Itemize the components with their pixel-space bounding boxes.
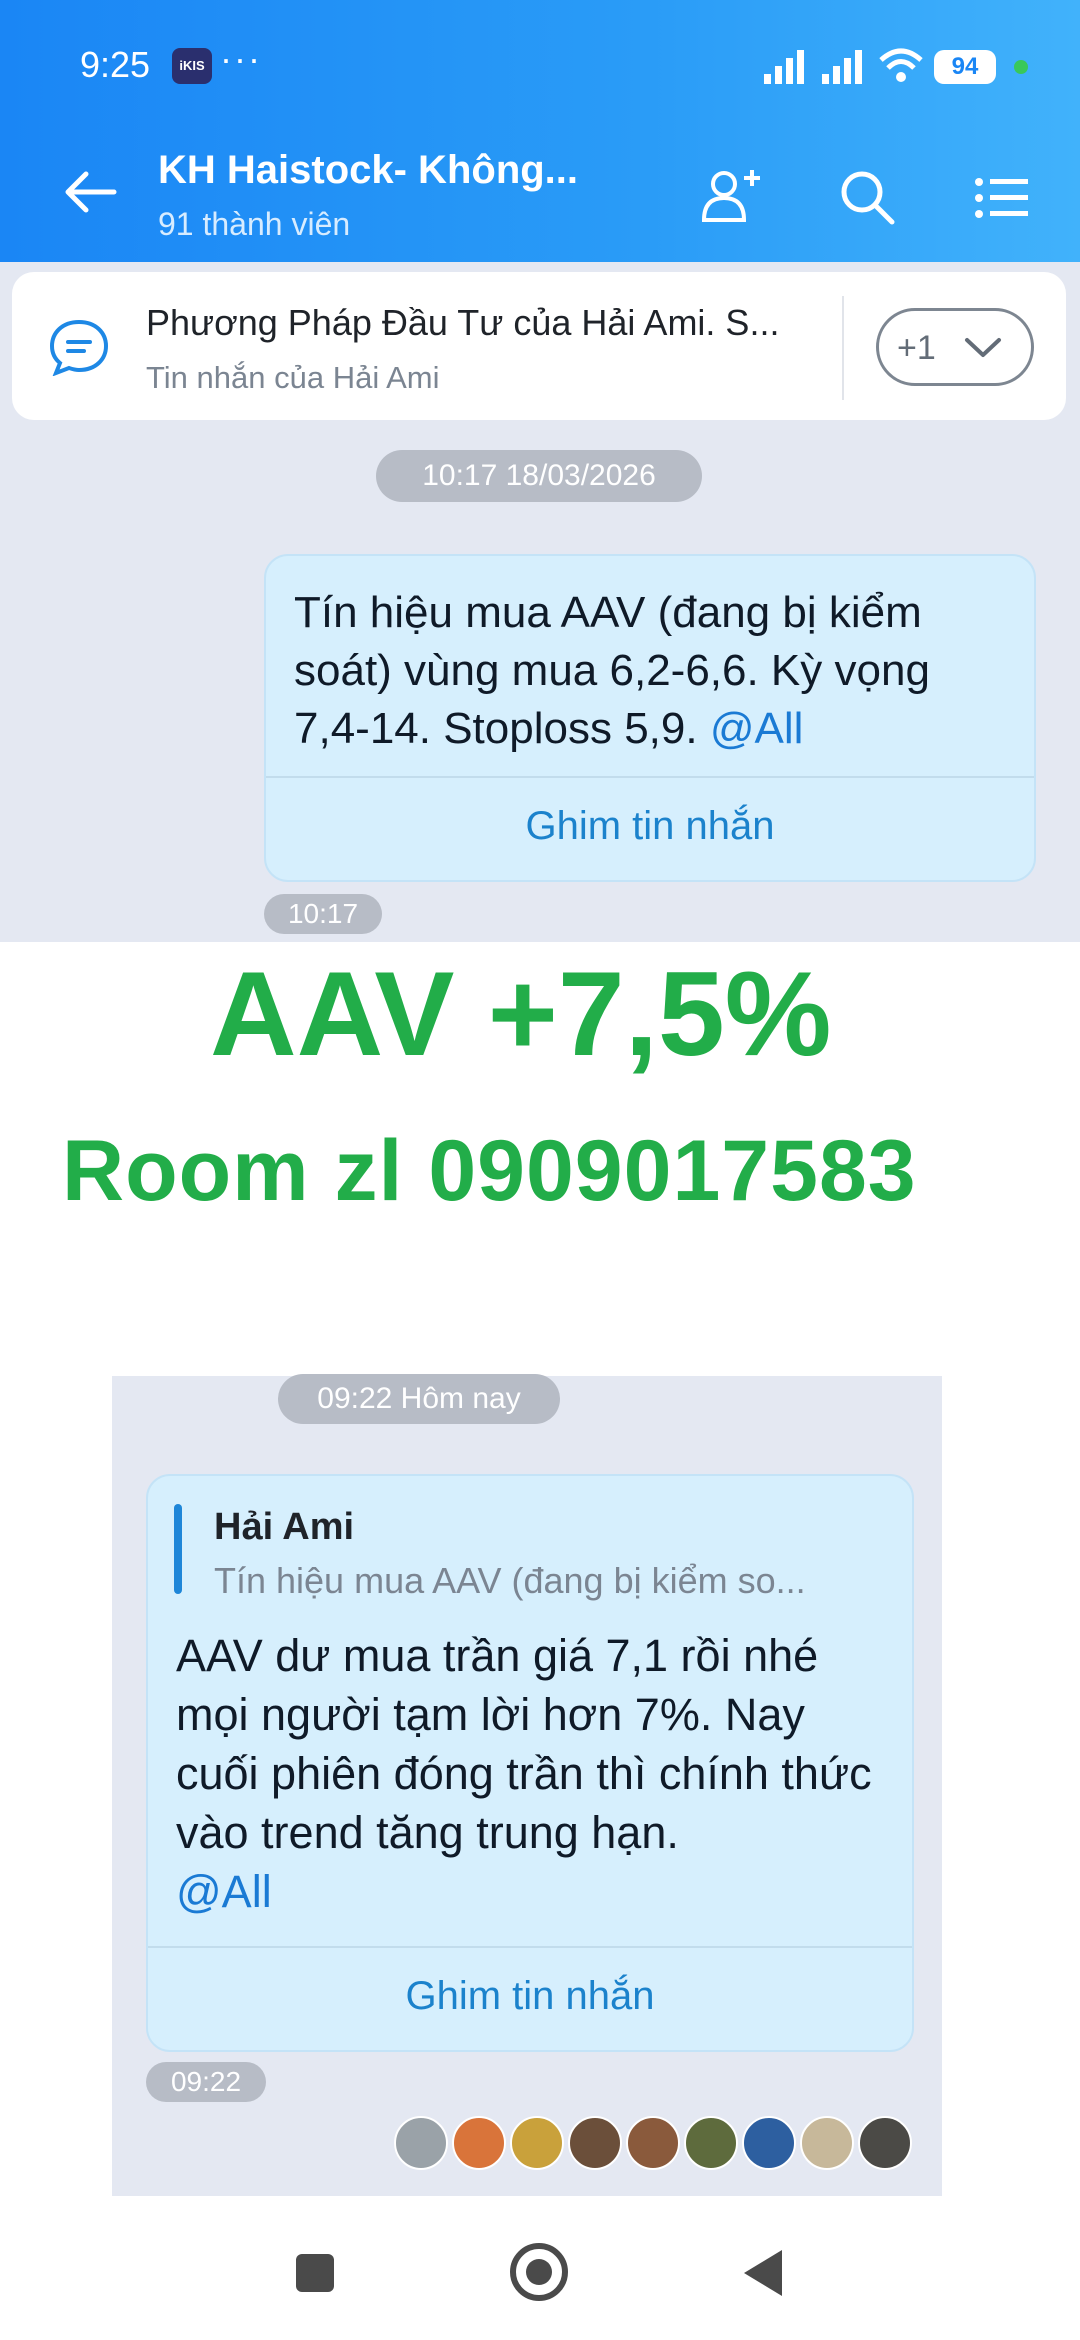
avatar[interactable] bbox=[800, 2116, 854, 2170]
mention-all[interactable]: @All bbox=[176, 1866, 272, 1917]
menu-list-icon[interactable] bbox=[974, 176, 1030, 220]
wifi-icon bbox=[879, 48, 923, 82]
add-member-icon[interactable] bbox=[700, 166, 764, 226]
pin-message-button[interactable]: Ghim tin nhắn bbox=[266, 804, 1034, 849]
app-notification-icon: iKIS bbox=[172, 48, 212, 84]
signal-icon bbox=[764, 50, 862, 84]
promo-contact: Room zl 0909017583 bbox=[62, 1123, 917, 1219]
reply-quote-bar bbox=[174, 1504, 182, 1594]
message-body: Tín hiệu mua AAV (đang bị kiểm soát) vùn… bbox=[294, 588, 930, 753]
avatar[interactable] bbox=[858, 2116, 912, 2170]
avatar[interactable] bbox=[626, 2116, 680, 2170]
avatar[interactable] bbox=[394, 2116, 448, 2170]
recent-apps-button[interactable] bbox=[296, 2254, 334, 2292]
pinned-title: Phương Pháp Đầu Tư của Hải Ami. S... bbox=[146, 302, 780, 343]
message-bubble[interactable]: Tín hiệu mua AAV (đang bị kiểm soát) vùn… bbox=[264, 554, 1036, 882]
pinned-subtitle: Tin nhắn của Hải Ami bbox=[146, 360, 440, 395]
back-arrow-icon[interactable] bbox=[62, 170, 118, 214]
avatar[interactable] bbox=[510, 2116, 564, 2170]
message-body: AAV dư mua trần giá 7,1 rồi nhé mọi ngườ… bbox=[176, 1630, 872, 1858]
date-pill: 09:22 Hôm nay bbox=[278, 1374, 560, 1424]
avatar[interactable] bbox=[742, 2116, 796, 2170]
charging-dot-icon bbox=[1014, 60, 1028, 74]
message-time: 09:22 bbox=[146, 2062, 266, 2102]
avatar[interactable] bbox=[452, 2116, 506, 2170]
status-time: 9:25 bbox=[80, 44, 151, 85]
promo-headline: AAV +7,5% bbox=[210, 947, 832, 1081]
divider bbox=[842, 296, 844, 400]
pin-message-button[interactable]: Ghim tin nhắn bbox=[148, 1974, 912, 2019]
mention-all[interactable]: @All bbox=[710, 704, 804, 753]
chevron-down-icon bbox=[965, 338, 1001, 357]
date-pill: 10:17 18/03/2026 bbox=[376, 450, 702, 502]
message-bubble[interactable]: Hải Ami Tín hiệu mua AAV (đang bị kiểm s… bbox=[146, 1474, 914, 2052]
chat-bubble-icon bbox=[49, 319, 109, 376]
pinned-expand-button[interactable]: +1 bbox=[876, 308, 1034, 386]
divider bbox=[266, 776, 1034, 778]
back-button[interactable] bbox=[742, 2248, 784, 2298]
message-text: Tín hiệu mua AAV (đang bị kiểm soát) vùn… bbox=[294, 584, 1014, 758]
member-count: 91 thành viên bbox=[158, 206, 351, 242]
more-notifications-icon: ··· bbox=[220, 38, 262, 79]
pinned-count: +1 bbox=[897, 329, 936, 367]
reply-author: Hải Ami bbox=[214, 1506, 355, 1548]
search-icon[interactable] bbox=[838, 168, 896, 226]
home-icon bbox=[526, 2259, 552, 2285]
group-title[interactable]: KH Haistock- Không... bbox=[158, 148, 608, 193]
divider bbox=[148, 1946, 912, 1948]
message-text: AAV dư mua trần giá 7,1 rồi nhé mọi ngườ… bbox=[176, 1626, 896, 1921]
avatar[interactable] bbox=[684, 2116, 738, 2170]
reply-preview: Tín hiệu mua AAV (đang bị kiểm so... bbox=[214, 1560, 806, 1601]
battery-icon: 94 bbox=[934, 50, 996, 84]
message-time: 10:17 bbox=[264, 894, 382, 934]
avatar[interactable] bbox=[568, 2116, 622, 2170]
